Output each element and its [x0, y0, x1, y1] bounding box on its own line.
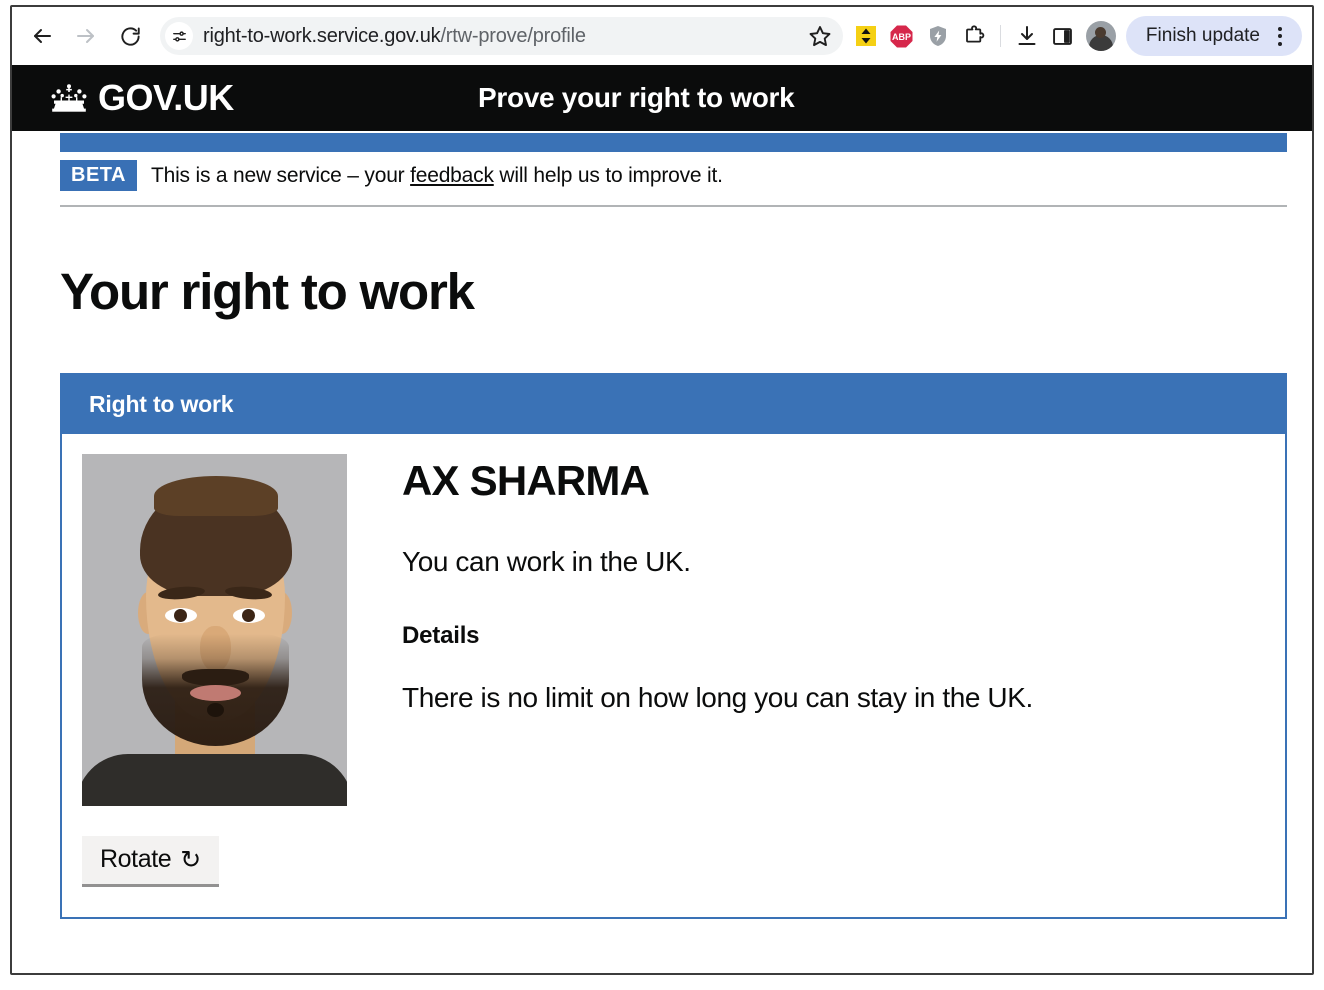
crown-icon — [51, 84, 87, 112]
photo-eye-right — [233, 607, 265, 623]
rotate-icon: ↻ — [180, 845, 201, 874]
scroll-arrows-glyph — [855, 26, 876, 46]
puzzle-piece-glyph — [966, 25, 985, 43]
person-name: AX SHARMA — [402, 456, 650, 504]
profile-avatar[interactable] — [1085, 21, 1116, 51]
tune-sliders-icon — [172, 30, 186, 42]
scroll-to-extension-icon[interactable] — [849, 19, 883, 53]
back-arrow-icon — [34, 29, 51, 43]
photo-moustache — [182, 668, 249, 686]
beta-tag: BETA — [60, 160, 137, 191]
abp-octagon-glyph: ABP — [890, 25, 913, 47]
rotate-button-label: Rotate — [100, 845, 172, 874]
downloads-icon[interactable] — [1010, 19, 1044, 53]
work-status: You can work in the UK. — [402, 545, 691, 577]
page-title: Your right to work — [60, 263, 475, 320]
back-button[interactable] — [24, 18, 60, 54]
photo-lips — [190, 684, 241, 701]
extensions-puzzle-icon[interactable] — [957, 19, 991, 53]
right-to-work-card: Right to work Rotate ↻ AX SHARMA You can… — [60, 372, 1287, 919]
feedback-link[interactable]: feedback — [410, 164, 494, 187]
govuk-brand-label: GOV.UK — [98, 77, 234, 118]
scrolled-blue-bar — [60, 133, 1287, 152]
star-icon — [809, 26, 831, 47]
forward-button[interactable] — [68, 18, 104, 54]
site-settings-button[interactable] — [165, 22, 193, 50]
adblock-plus-icon[interactable]: ABP — [885, 19, 919, 53]
url-path: /rtw-prove/profile — [440, 24, 586, 47]
url-domain: right-to-work.service.gov.uk — [203, 24, 441, 47]
kebab-dot — [1278, 26, 1282, 31]
phase-banner: BETA This is a new service – your feedba… — [60, 160, 1287, 207]
download-arrow-glyph — [1018, 26, 1036, 45]
card-header: Right to work — [62, 374, 1285, 434]
forward-arrow-icon — [77, 29, 94, 43]
phase-text-before: This is a new service – your — [150, 163, 411, 187]
rotate-button[interactable]: Rotate ↻ — [82, 835, 219, 887]
reload-button[interactable] — [112, 18, 148, 54]
shield-glyph — [929, 26, 946, 46]
photo-shoulders — [82, 753, 347, 806]
url-text: right-to-work.service.gov.uk/rtw-prove/p… — [203, 25, 586, 48]
photo-hair-top — [154, 475, 278, 516]
address-bar[interactable]: right-to-work.service.gov.uk/rtw-prove/p… — [160, 17, 843, 55]
finish-update-button[interactable]: Finish update — [1125, 16, 1302, 56]
passport-photo — [82, 453, 347, 806]
phase-text-after: will help us to improve it. — [493, 163, 723, 187]
service-name: Prove your right to work — [478, 82, 795, 113]
details-text: There is no limit on how long you can st… — [402, 681, 1033, 713]
browser-window: right-to-work.service.gov.uk/rtw-prove/p… — [10, 5, 1314, 975]
kebab-dot — [1278, 41, 1282, 46]
kebab-dot — [1278, 34, 1282, 38]
extensions-strip: ABP Finish update — [849, 16, 1304, 56]
finish-update-label: Finish update — [1145, 25, 1260, 46]
toolbar-divider — [999, 25, 1001, 47]
card-body: Rotate ↻ AX SHARMA You can work in the U… — [62, 434, 1285, 917]
photo-column: Rotate ↻ — [82, 453, 347, 887]
photo-eye-left — [165, 607, 197, 623]
details-heading: Details — [402, 621, 480, 649]
govuk-header: GOV.UK Prove your right to work — [12, 65, 1312, 131]
side-panel-icon[interactable] — [1046, 19, 1080, 53]
phase-banner-text: This is a new service – your feedback wi… — [151, 164, 723, 188]
page-content: BETA This is a new service – your feedba… — [60, 160, 1287, 919]
reload-icon — [120, 26, 140, 46]
chrome-menu-button[interactable] — [1266, 21, 1294, 51]
side-panel-glyph — [1053, 27, 1073, 45]
shield-extension-icon[interactable] — [921, 19, 955, 53]
browser-toolbar: right-to-work.service.gov.uk/rtw-prove/p… — [12, 7, 1312, 65]
info-column: AX SHARMA You can work in the UK. Detail… — [347, 454, 1263, 887]
page-viewport: GOV.UK Prove your right to work BETA Thi… — [12, 65, 1312, 973]
bookmark-button[interactable] — [805, 21, 835, 51]
govuk-brand[interactable]: GOV.UK — [50, 80, 234, 116]
photo-soul-patch — [207, 702, 224, 717]
svg-text:ABP: ABP — [892, 32, 911, 42]
